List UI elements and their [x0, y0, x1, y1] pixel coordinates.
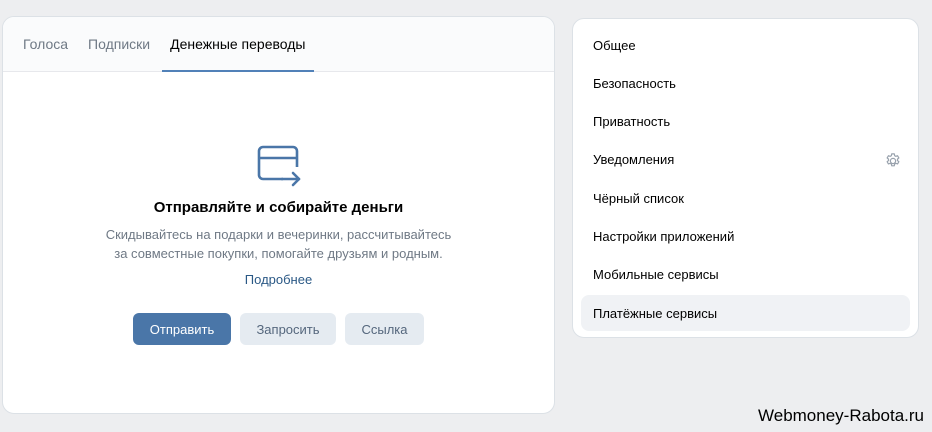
menu-item-general[interactable]: Общее: [581, 27, 910, 63]
description-line-2: за совместные покупки, помогайте друзьям…: [114, 246, 443, 261]
tab-money-transfers[interactable]: Денежные переводы: [162, 17, 314, 72]
tab-bar: Голоса Подписки Денежные переводы: [3, 17, 554, 72]
request-button[interactable]: Запросить: [240, 313, 336, 345]
gear-icon[interactable]: [884, 152, 902, 170]
more-info-link[interactable]: Подробнее: [245, 272, 312, 287]
menu-item-label: Уведомления: [593, 152, 675, 168]
menu-item-payment-services[interactable]: Платёжные сервисы: [581, 295, 910, 332]
watermark-text: Webmoney-Rabota.ru: [758, 406, 924, 425]
menu-item-notifications[interactable]: Уведомления: [581, 142, 910, 178]
description-line-1: Скидывайтесь на подарки и вечеринки, рас…: [105, 227, 452, 242]
action-buttons: Отправить Запросить Ссылка: [3, 313, 554, 345]
settings-menu: Общее Безопасность Приватность Уведомлен…: [572, 18, 919, 338]
menu-item-security[interactable]: Безопасность: [581, 65, 910, 101]
tab-votes[interactable]: Голоса: [15, 17, 76, 71]
menu-item-app-settings[interactable]: Настройки приложений: [581, 218, 910, 254]
link-button[interactable]: Ссылка: [345, 313, 424, 345]
money-transfers-panel: Голоса Подписки Денежные переводы Отправ…: [2, 16, 555, 414]
tab-subscriptions[interactable]: Подписки: [80, 17, 158, 71]
menu-item-blacklist[interactable]: Чёрный список: [581, 180, 910, 216]
menu-item-privacy[interactable]: Приватность: [581, 104, 910, 140]
card-transfer-icon: [257, 145, 300, 187]
menu-item-mobile-services[interactable]: Мобильные сервисы: [581, 257, 910, 293]
send-button[interactable]: Отправить: [133, 313, 231, 345]
empty-state-title: Отправляйте и собирайте деньги: [153, 199, 404, 216]
empty-state-description: Скидывайтесь на подарки и вечеринки, рас…: [89, 225, 469, 263]
empty-state: Отправляйте и собирайте деньги Скидывайт…: [3, 143, 554, 345]
